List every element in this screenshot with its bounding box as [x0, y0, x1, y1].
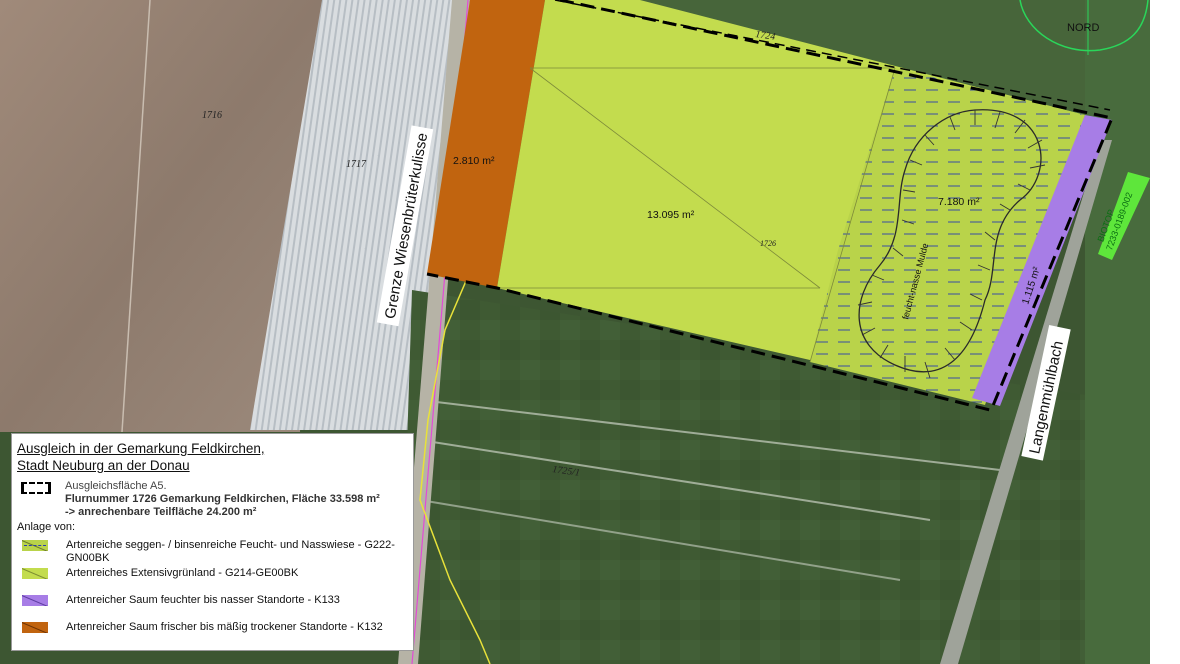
legend-item-orange: Artenreicher Saum frischer bis mäßig tro…	[17, 621, 407, 634]
wet-meadow-swatch-icon	[22, 540, 48, 551]
a5-parcel-info: Flurnummer 1726 Gemarkung Feldkirchen, F…	[65, 493, 380, 505]
legend-title-line2: Stadt Neuburg an der Donau	[17, 458, 190, 473]
legend-item-label: Artenreicher Saum frischer bis mäßig tro…	[66, 621, 383, 633]
a5-name: Ausgleichsfläche A5.	[65, 480, 167, 492]
legend-item-label: Artenreiche seggen- / binsenreiche Feuch…	[66, 539, 395, 564]
legend-item-wet-meadow: Artenreiche seggen- / binsenreiche Feuch…	[17, 539, 407, 565]
dashed-boundary-icon	[21, 482, 51, 494]
a5-creditable-area: -> anrechenbare Teilfläche 24.200 m²	[65, 506, 257, 518]
purple-strip-swatch-icon	[22, 595, 48, 606]
extensive-meadow-swatch-icon	[22, 568, 48, 579]
legend-box: Ausgleich in der Gemarkung Feldkirchen, …	[11, 433, 414, 651]
legend-item-extensive: Artenreiches Extensivgrünland - G214-GE0…	[17, 567, 407, 580]
parcel-1716: 1716	[202, 110, 222, 121]
legend-item-label: Artenreicher Saum feuchter bis nasser St…	[66, 594, 340, 606]
orange-strip-swatch-icon	[22, 622, 48, 633]
area-label-extensive: 13.095 m²	[647, 209, 695, 221]
legend-title-line1: Ausgleich in der Gemarkung Feldkirchen,	[17, 441, 265, 456]
parcel-1726: 1726	[760, 239, 776, 248]
legend-item-label: Artenreiches Extensivgrünland - G214-GE0…	[66, 567, 299, 579]
north-label: NORD	[1067, 22, 1099, 34]
white-margin	[1150, 0, 1180, 664]
area-label-wet: 7.180 m²	[938, 196, 980, 208]
area-label-orange: 2.810 m²	[453, 155, 495, 167]
anlage-label: Anlage von:	[17, 521, 76, 533]
legend-a5-entry: Ausgleichsfläche A5. Flurnummer 1726 Gem…	[17, 480, 407, 519]
field-east	[1085, 0, 1150, 664]
parcel-1717: 1717	[346, 159, 367, 170]
legend-item-purple: Artenreicher Saum feuchter bis nasser St…	[17, 594, 407, 607]
